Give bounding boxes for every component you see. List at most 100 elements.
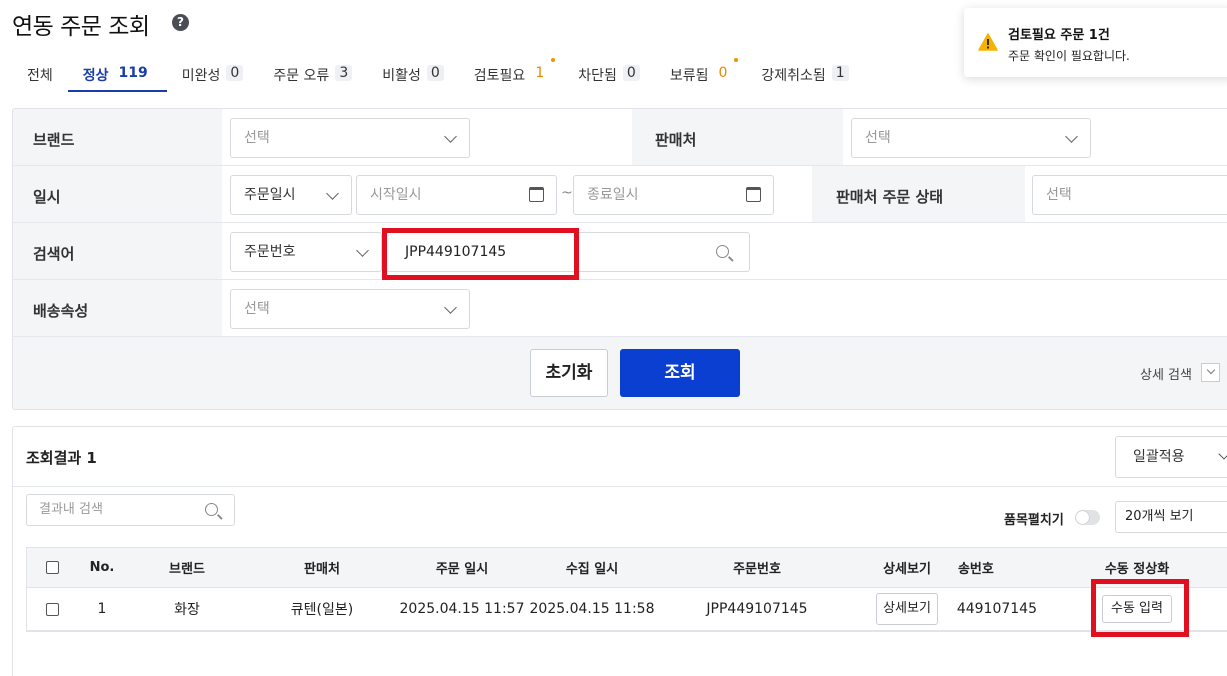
- cell-order-no: JPP449107145: [706, 601, 808, 617]
- chevron-down-icon[interactable]: [1201, 363, 1220, 382]
- col-no: No.: [89, 560, 115, 575]
- question-icon[interactable]: ?: [172, 14, 189, 31]
- status-tabs: 전체 정상 119 미완성 0 주문 오류 3 비활성 0 검토필요 1 차단됨 0 보류됨…: [12, 58, 864, 92]
- toast-title: 검토필요 주문 1건: [1008, 28, 1110, 43]
- tab-label: 전체: [27, 68, 53, 84]
- search-icon[interactable]: [716, 245, 729, 258]
- tab-on-hold[interactable]: 보류됨 0: [655, 58, 747, 92]
- tab-label: 비활성: [382, 68, 421, 84]
- seller-select-value: 선택: [865, 130, 891, 146]
- new-dot: [551, 58, 556, 62]
- filter-row-brand: 브랜드 선택 판매처 선택: [13, 109, 1227, 166]
- shipping-label: 배송속성: [33, 302, 89, 320]
- date-type-value: 주문일시: [244, 187, 296, 203]
- table-header: No. 브랜드 판매처 주문 일시 수집 일시 주문번호 상세보기 배송번호 수…: [27, 548, 1227, 588]
- calendar-icon[interactable]: [529, 187, 544, 202]
- tab-blocked[interactable]: 차단됨 0: [563, 60, 655, 92]
- start-date-placeholder: 시작일시: [370, 187, 422, 203]
- cell-order-date: 2025.04.15 11:57: [399, 601, 525, 617]
- per-page-select[interactable]: 20개씩 보기: [1115, 501, 1227, 533]
- expand-items-toggle[interactable]: [1075, 510, 1100, 525]
- tab-label: 차단됨: [578, 68, 617, 84]
- tab-count: 1: [831, 65, 849, 81]
- warning-icon: [978, 33, 998, 51]
- tab-count: 0: [622, 65, 640, 81]
- seller-status-select[interactable]: 선택: [1032, 175, 1227, 215]
- chevron-down-icon: [356, 244, 369, 257]
- tab-label: 주문 오류: [273, 68, 330, 84]
- highlight-box: [1091, 579, 1189, 637]
- start-date-input[interactable]: 시작일시: [356, 175, 557, 215]
- tab-order-error[interactable]: 주문 오류 3: [258, 60, 367, 92]
- date-type-select[interactable]: 주문일시: [230, 175, 352, 215]
- col-order-date: 주문 일시: [435, 562, 489, 577]
- chevron-down-icon: [326, 187, 339, 200]
- search-filter-panel: 브랜드 선택 판매처 선택 일시 주문일시 시작일시 ~ 종료일시 판매처 주문…: [12, 108, 1227, 410]
- chevron-down-icon: [444, 301, 457, 314]
- cell-no: 1: [97, 601, 107, 617]
- seller-select[interactable]: 선택: [851, 118, 1091, 158]
- tab-normal[interactable]: 정상 119: [67, 60, 167, 92]
- chevron-down-icon: [1218, 448, 1227, 460]
- tab-count: 0: [226, 65, 244, 81]
- tab-incomplete[interactable]: 미완성 0: [167, 60, 259, 92]
- keyword-label: 검색어: [33, 245, 75, 263]
- detail-button[interactable]: 상세보기: [876, 593, 938, 625]
- end-date-placeholder: 종료일시: [587, 187, 639, 203]
- col-seller: 판매처: [304, 562, 340, 577]
- tab-label: 보류됨: [669, 68, 709, 84]
- cell-brand: 화장: [174, 602, 200, 618]
- col-detail: 상세보기: [883, 562, 931, 577]
- bulk-apply-label: 일괄적용: [1133, 449, 1185, 465]
- tab-count: 1: [535, 65, 545, 81]
- divider: [13, 486, 1227, 487]
- col-shipping-no: 배송번호: [957, 562, 994, 577]
- tab-review-needed[interactable]: 검토필요 1: [459, 58, 563, 92]
- new-dot: [734, 58, 739, 62]
- cell-seller: 큐텐(일본): [290, 602, 354, 618]
- calendar-icon[interactable]: [746, 187, 761, 202]
- tab-label: 정상: [82, 68, 109, 84]
- cell-shipping-no: JPP449107145: [957, 601, 1037, 617]
- highlight-box: [382, 228, 579, 280]
- keyword-type-select[interactable]: 주문번호: [230, 232, 382, 272]
- tab-label: 검토필요: [473, 68, 526, 84]
- tab-all[interactable]: 전체: [12, 60, 68, 92]
- filter-row-shipping: 배송속성 선택: [13, 280, 1227, 337]
- in-result-search-input[interactable]: 결과내 검색: [26, 494, 235, 526]
- tab-count: 0: [426, 65, 444, 81]
- chevron-down-icon: [1065, 130, 1078, 143]
- expand-items-label: 품목펼치기: [1004, 513, 1064, 528]
- cell-collect-date: 2025.04.15 11:58: [529, 601, 655, 617]
- filter-row-date: 일시 주문일시 시작일시 ~ 종료일시 판매처 주문 상태 선택: [13, 166, 1227, 223]
- tab-force-cancelled[interactable]: 강제취소됨 1: [746, 60, 863, 92]
- date-label: 일시: [33, 188, 61, 206]
- row-checkbox[interactable]: [45, 602, 59, 616]
- seller-status-label: 판매처 주문 상태: [836, 188, 944, 206]
- tab-label: 미완성: [181, 68, 221, 84]
- bulk-apply-select[interactable]: 일괄적용: [1115, 436, 1227, 478]
- col-collect-date: 수집 일시: [565, 562, 619, 577]
- tab-inactive[interactable]: 비활성 0: [367, 60, 459, 92]
- select-all-checkbox[interactable]: [45, 561, 59, 574]
- advanced-search-toggle[interactable]: 상세 검색: [1140, 364, 1192, 383]
- date-separator: ~: [561, 185, 573, 201]
- col-order-no: 주문번호: [733, 562, 781, 577]
- toast-message: 주문 확인이 필요합니다.: [1008, 49, 1130, 63]
- brand-label: 브랜드: [33, 131, 75, 149]
- search-icon[interactable]: [205, 503, 218, 516]
- end-date-input[interactable]: 종료일시: [573, 175, 774, 215]
- table-row[interactable]: 1 화장 큐텐(일본) 2025.04.15 11:57 2025.04.15 …: [27, 588, 1227, 631]
- in-result-placeholder: 결과내 검색: [39, 502, 103, 517]
- shipping-select[interactable]: 선택: [230, 289, 470, 329]
- col-brand: 브랜드: [169, 562, 205, 577]
- review-toast[interactable]: 검토필요 주문 1건 주문 확인이 필요합니다.: [964, 8, 1227, 77]
- tab-count: 3: [335, 65, 353, 81]
- tab-count: 119: [118, 65, 148, 81]
- reset-button[interactable]: 초기화: [530, 349, 608, 397]
- brand-select-value: 선택: [244, 130, 270, 146]
- search-button[interactable]: 조회: [620, 349, 740, 397]
- page-title: 연동 주문 조회: [12, 14, 150, 40]
- results-panel: 조회결과 1 일괄적용 결과내 검색 품목펼치기 20개씩 보기 No. 브랜드…: [12, 426, 1227, 676]
- brand-select[interactable]: 선택: [230, 118, 470, 158]
